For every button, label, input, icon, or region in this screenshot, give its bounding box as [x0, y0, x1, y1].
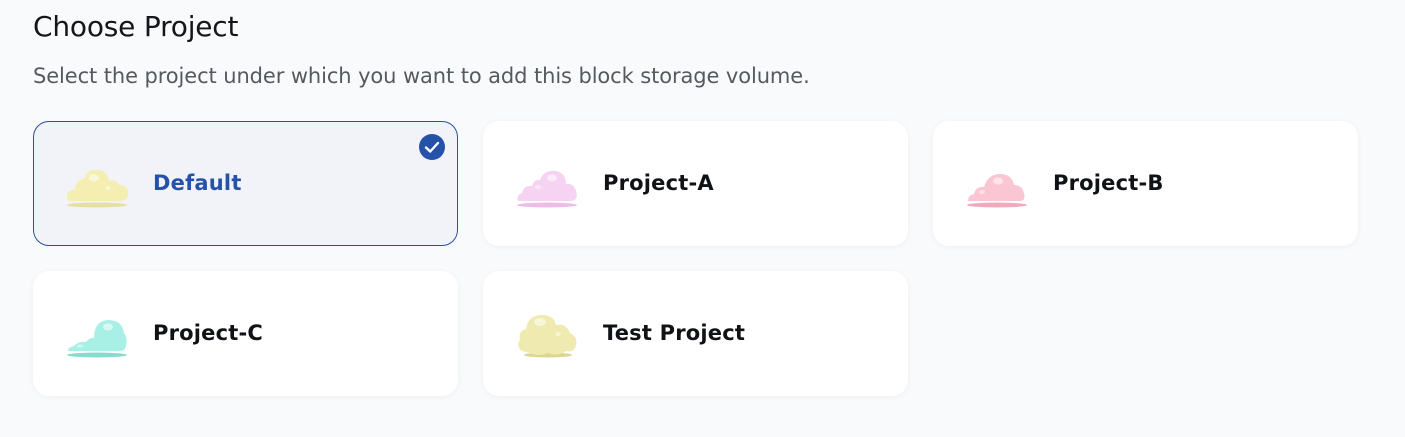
project-name: Test Project	[603, 321, 746, 345]
project-name: Project-C	[153, 321, 264, 345]
project-card-default[interactable]: Default	[33, 121, 458, 246]
cloud-icon	[967, 174, 1027, 208]
project-card-project-b[interactable]: Project-B	[933, 121, 1358, 246]
cloud-icon	[518, 315, 577, 358]
project-card-project-a[interactable]: Project-A	[483, 121, 908, 246]
cloud-icon	[67, 320, 127, 358]
cloud-icon	[517, 170, 577, 208]
project-name: Project-B	[1053, 171, 1164, 195]
page-subtitle: Select the project under which you want …	[33, 64, 810, 88]
project-card-project-c[interactable]: Project-C	[33, 271, 458, 396]
cloud-icon	[66, 169, 128, 208]
project-name: Default	[153, 171, 242, 195]
check-circle-icon	[419, 134, 445, 160]
project-card-test-project[interactable]: Test Project	[483, 271, 908, 396]
page-title: Choose Project	[33, 10, 239, 43]
project-name: Project-A	[603, 171, 714, 195]
